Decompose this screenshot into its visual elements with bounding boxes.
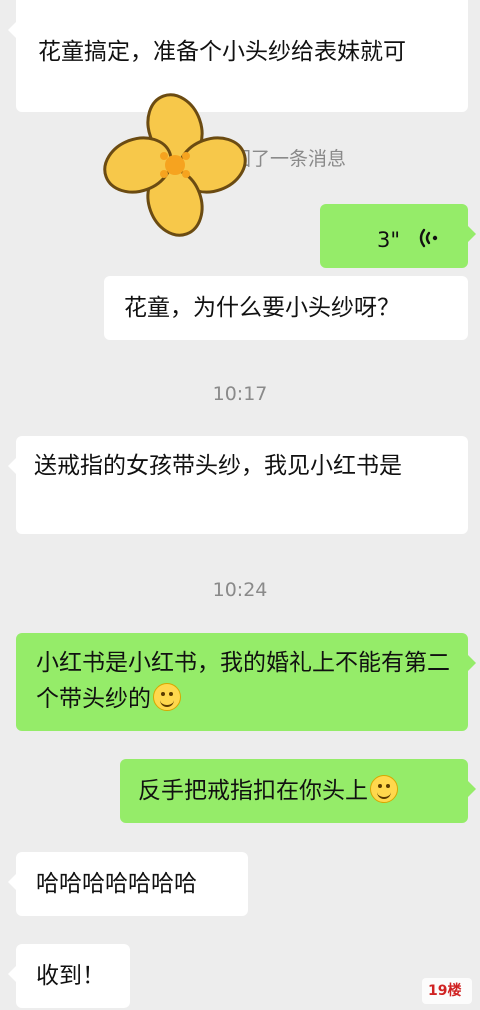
received-message-4[interactable]: 哈哈哈哈哈哈哈 xyxy=(8,852,248,916)
smile-emoji-icon xyxy=(153,683,181,711)
voice-duration: 3" xyxy=(376,228,400,252)
message-text-1: 花童搞定，准备个小头纱给表妹就可 xyxy=(38,39,406,65)
yellow-flower-sticker xyxy=(103,93,247,237)
watermark-text: 19楼 xyxy=(428,983,462,999)
message-text-6: 哈哈哈哈哈哈哈 xyxy=(36,871,197,897)
received-message-5[interactable]: 收到！ xyxy=(8,944,130,1008)
voice-message[interactable]: 3" xyxy=(320,204,476,268)
message-text-4-body: 小红书是小红书，我的婚礼上不能有第二个带头纱的 xyxy=(36,650,450,712)
message-text-7: 收到！ xyxy=(36,963,105,989)
timestamp-1024: 10:24 xyxy=(212,579,268,601)
sent-message-2[interactable]: 反手把戒指扣在你头上 xyxy=(120,759,476,823)
message-text-4: 小红书是小红书，我的婚礼上不能有第二个带头纱的 xyxy=(36,645,454,717)
site-watermark-logo: 19楼 xyxy=(422,978,472,1004)
voice-wave-icon xyxy=(419,228,438,248)
received-message-2[interactable]: 花童，为什么要小头纱呀？ xyxy=(104,276,468,340)
sent-message-1[interactable]: 小红书是小红书，我的婚礼上不能有第二个带头纱的 xyxy=(16,633,476,731)
timestamp-1017: 10:17 xyxy=(212,383,268,405)
message-text-5: 反手把戒指扣在你头上 xyxy=(138,773,458,809)
received-message-3[interactable]: 送戒指的女孩带头纱，我见小红书是 xyxy=(8,436,468,534)
message-text-2: 花童，为什么要小头纱呀？ xyxy=(124,295,400,321)
message-text-3: 送戒指的女孩带头纱，我见小红书是 xyxy=(34,453,402,479)
smile-emoji-icon xyxy=(370,775,398,803)
message-text-5-body: 反手把戒指扣在你头上 xyxy=(138,778,368,804)
